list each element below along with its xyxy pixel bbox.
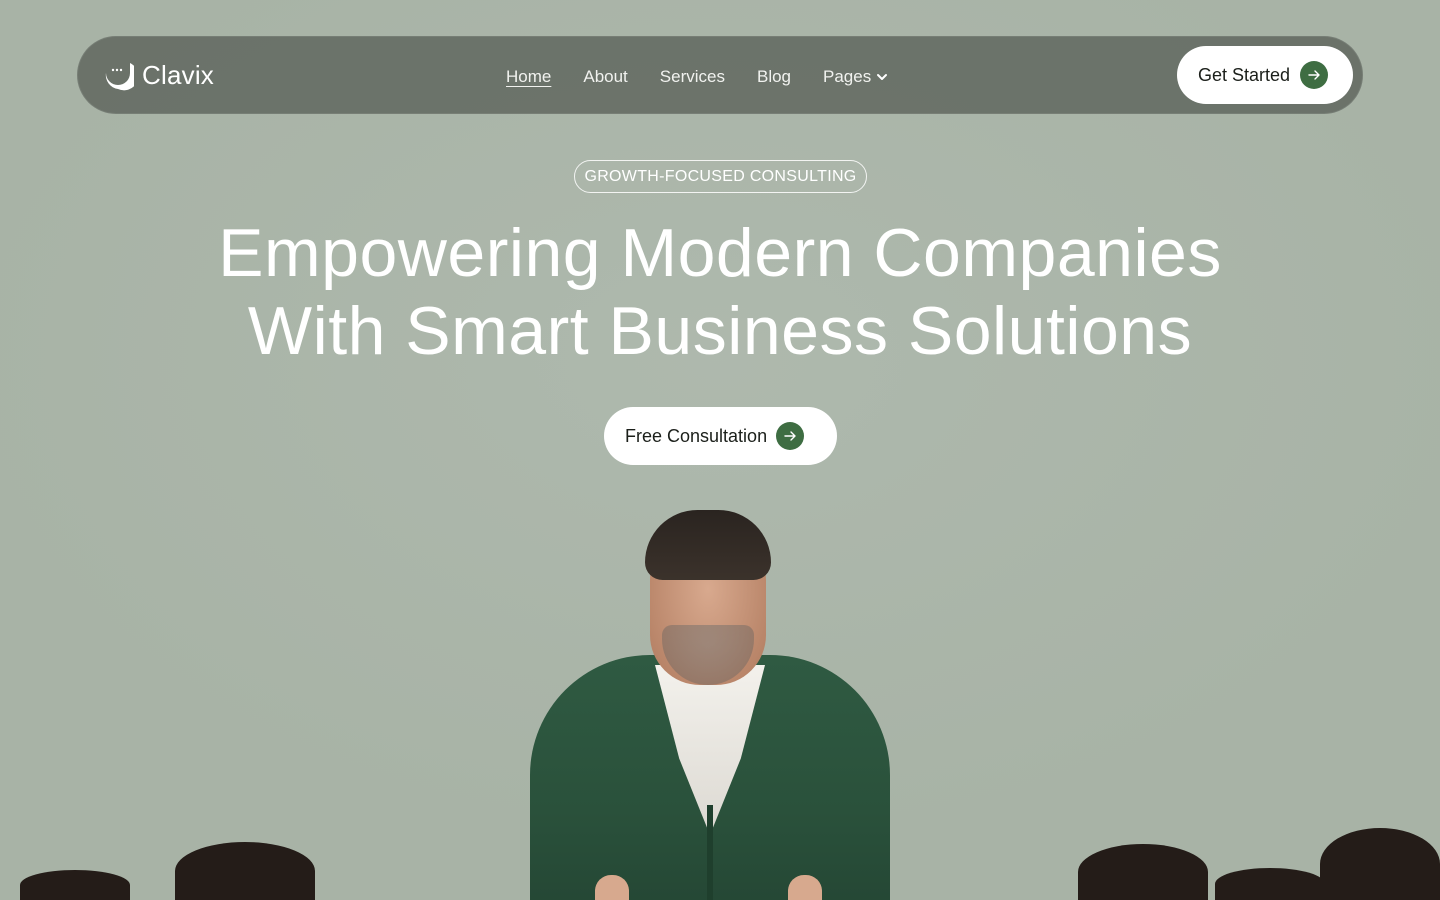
hero-headline-line-2: With Smart Business Solutions (247, 293, 1193, 369)
audience-head (1215, 868, 1325, 900)
get-started-label: Get Started (1198, 64, 1291, 85)
nav-link-about[interactable]: About (583, 67, 627, 87)
hero-badge: GROWTH-FOCUSED CONSULTING (574, 160, 867, 193)
navbar: Clavix Home About Services Blog Pages Ge… (77, 36, 1363, 114)
hero-headline-line-1: Empowering Modern Companies (218, 215, 1222, 291)
brand-name: Clavix (142, 59, 214, 90)
get-started-button[interactable]: Get Started (1177, 46, 1353, 104)
nav-link-pages-label: Pages (823, 67, 872, 86)
arrow-right-icon (776, 422, 805, 450)
audience-head (20, 870, 130, 900)
arrow-right-icon (1300, 61, 1329, 89)
free-consultation-label: Free Consultation (625, 425, 768, 446)
smile-cup-icon (105, 63, 134, 91)
hero-person-image (520, 505, 900, 900)
audience-head (1078, 844, 1208, 900)
nav-link-pages[interactable]: Pages (823, 67, 889, 87)
chevron-down-icon (877, 74, 888, 80)
audience-head (175, 842, 315, 900)
brand-logo[interactable]: Clavix (102, 59, 214, 91)
free-consultation-button[interactable]: Free Consultation (604, 407, 837, 465)
main-menu: Home About Services Blog Pages (506, 67, 889, 87)
nav-link-home[interactable]: Home (506, 67, 551, 87)
nav-link-blog[interactable]: Blog (757, 67, 791, 87)
nav-link-services[interactable]: Services (660, 67, 725, 87)
audience-head (1320, 828, 1440, 900)
hero-headline: Empowering Modern Companies With Smart B… (120, 214, 1320, 370)
